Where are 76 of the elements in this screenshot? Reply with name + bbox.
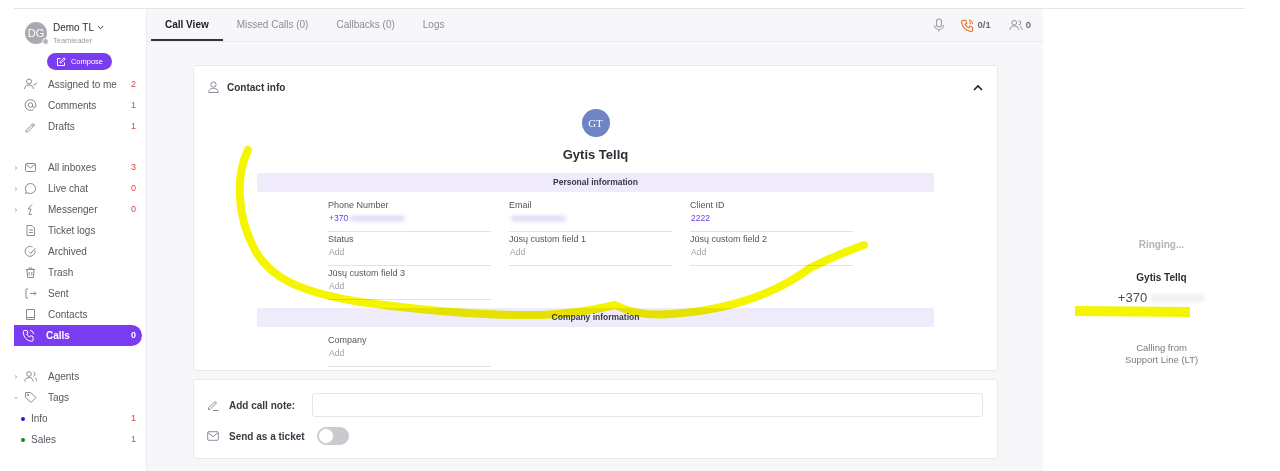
field-label: Jūsų custom field 3 [328, 267, 407, 279]
section-header: Personal information [257, 172, 934, 192]
document-icon [24, 224, 37, 238]
send-as-ticket-label: Send as a ticket [229, 429, 306, 444]
call-note-label: Add call note: [229, 398, 297, 413]
sidebar-item[interactable]: Contacts [0, 304, 146, 326]
call-status: Ringing... [1138, 238, 1185, 252]
agents-count: 0 [1025, 17, 1031, 32]
user-avatar: DG [25, 22, 47, 45]
users-icon [24, 370, 37, 384]
sidebar-item[interactable]: Drafts 1 [0, 116, 146, 138]
sidebar-item[interactable]: Ticket logs [0, 220, 146, 242]
user-name[interactable]: Demo TL [53, 20, 94, 35]
phone-icon [22, 329, 35, 343]
sidebar-item[interactable]: Sales 1 [0, 429, 146, 451]
card-title: Contact info [227, 80, 286, 95]
caller-name: Gytis Tellq [1136, 271, 1187, 285]
field-label: Email [509, 199, 533, 211]
field-label: Status [328, 233, 355, 245]
caller-number: +370 [1117, 289, 1148, 307]
chevron-up-icon[interactable] [973, 83, 983, 91]
sidebar-item[interactable]: Calls 0 [14, 325, 142, 347]
contact-avatar: GT [581, 109, 610, 137]
pencil-icon [24, 120, 37, 134]
field-value[interactable]: 2222 [690, 212, 710, 225]
calls-count: 0/1 [977, 17, 991, 32]
tab[interactable]: Call View [151, 9, 223, 41]
field-label: Company [328, 334, 368, 346]
at-sign-icon [24, 99, 37, 113]
phone-icon [961, 18, 975, 32]
field-label: Jūsų custom field 1 [509, 233, 588, 245]
sidebar-item[interactable]: Sent [0, 283, 146, 305]
field-label: Phone Number [328, 199, 390, 211]
field-label: Jūsų custom field 2 [690, 233, 769, 245]
sidebar-item[interactable]: All inboxes 3 [0, 157, 146, 179]
book-icon [24, 308, 37, 322]
unread-count: 1 [131, 433, 136, 446]
call-note-field[interactable] [312, 393, 983, 417]
unread-count: 1 [131, 99, 136, 112]
unread-count: 0 [131, 182, 136, 195]
agents-indicator[interactable]: 0 [1008, 17, 1031, 33]
unread-count: 0 [131, 329, 136, 342]
calling-from-label: Calling from [1136, 341, 1187, 354]
contact-name: Gytis Tellq [562, 146, 629, 164]
unread-count: 2 [131, 78, 136, 91]
sidebar-item[interactable]: Trash [0, 262, 146, 284]
unread-count: 3 [131, 161, 136, 174]
field-label: Client ID [690, 199, 726, 211]
active-calls-indicator[interactable]: 0/1 [961, 17, 991, 33]
unread-count: 0 [131, 203, 136, 216]
chevron-down-icon [96, 25, 104, 30]
sidebar-item[interactable]: Tags [0, 387, 146, 409]
sidebar-item[interactable]: Agents [0, 366, 146, 388]
user-check-icon [24, 78, 37, 92]
tag-icon [24, 391, 37, 405]
unread-count: 1 [131, 412, 136, 425]
sign-out-icon [24, 287, 37, 301]
sidebar-item[interactable]: Messenger 0 [0, 199, 146, 221]
microphone-icon[interactable] [933, 18, 946, 32]
support-line-name: Support Line (LT) [1124, 353, 1199, 366]
chat-bubble-icon [24, 182, 37, 196]
sidebar-item[interactable]: Archived [0, 241, 146, 263]
sidebar-item[interactable]: Comments 1 [0, 95, 146, 117]
envelope-icon [24, 161, 37, 175]
field-value[interactable]: +370 [328, 212, 349, 225]
unread-count: 1 [131, 120, 136, 133]
send-as-ticket-toggle[interactable] [317, 427, 349, 445]
sidebar-item[interactable]: Info 1 [0, 408, 146, 430]
sidebar-item[interactable]: Live chat 0 [0, 178, 146, 200]
users-icon [1008, 19, 1023, 31]
user-icon [208, 81, 219, 93]
sidebar-item[interactable]: Assigned to me 2 [0, 74, 146, 96]
trash-icon [24, 266, 37, 280]
edit-icon [55, 56, 66, 67]
pencil-icon [207, 399, 219, 411]
envelope-icon [207, 431, 219, 441]
